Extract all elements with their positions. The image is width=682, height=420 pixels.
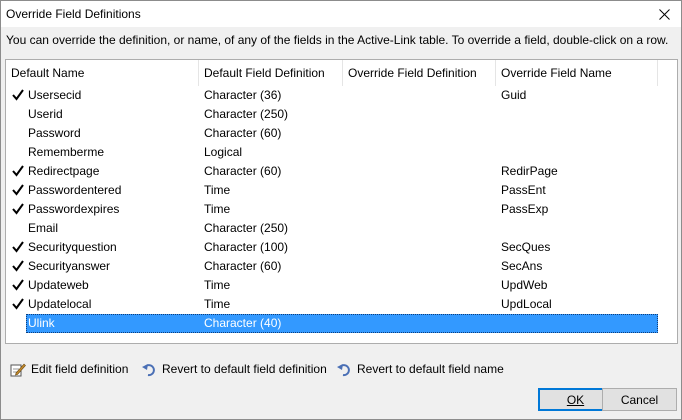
checkmark-icon <box>12 260 24 272</box>
edit-field-definition-label: Edit field definition <box>31 362 129 376</box>
column-header-default-name[interactable]: Default Name <box>6 60 199 86</box>
checkmark-icon <box>12 184 24 196</box>
revert-name-label: Revert to default field name <box>357 362 504 376</box>
checkmark-icon <box>12 203 24 215</box>
revert-icon <box>337 364 350 377</box>
dialog-window: Override Field Definitions You can overr… <box>0 0 682 420</box>
cell-default-name: Updatelocal <box>28 297 92 311</box>
revert-definition-button[interactable]: Revert to default field definition <box>141 359 327 379</box>
cancel-label: Cancel <box>620 392 659 407</box>
checkmark-icon <box>12 279 24 291</box>
table-row[interactable]: Securityquestion Character (100) SecQues <box>6 238 677 257</box>
cell-default-definition: Character (60) <box>204 259 282 273</box>
checkmark-icon <box>12 165 24 177</box>
revert-definition-label: Revert to default field definition <box>162 362 327 376</box>
table-row[interactable]: Updateweb Time UpdWeb <box>6 276 677 295</box>
revert-icon <box>142 364 155 377</box>
cell-default-name: Rememberme <box>28 145 105 159</box>
toolbar: Edit field definition Revert to default … <box>7 359 677 379</box>
cell-default-name: Updateweb <box>28 278 89 292</box>
column-header-override-definition[interactable]: Override Field Definition <box>343 60 496 86</box>
cell-default-name: Redirectpage <box>28 164 100 178</box>
close-button[interactable] <box>647 1 681 27</box>
column-header-override-name[interactable]: Override Field Name <box>496 60 658 86</box>
list-header: Default Name Default Field Definition Ov… <box>6 60 677 86</box>
cell-default-definition: Character (100) <box>204 240 289 254</box>
window-title: Override Field Definitions <box>6 7 141 21</box>
cell-override-name: SecAns <box>501 259 543 273</box>
cell-override-name: RedirPage <box>501 164 558 178</box>
cell-default-definition: Character (40) <box>204 316 282 330</box>
cell-override-name: Guid <box>501 88 527 102</box>
cell-override-name: PassExp <box>501 202 549 216</box>
cell-default-definition: Character (60) <box>204 126 282 140</box>
table-row[interactable]: Passwordexpires Time PassExp <box>6 200 677 219</box>
cell-default-definition: Logical <box>204 145 243 159</box>
cell-default-name: Ulink <box>28 316 55 330</box>
revert-name-button[interactable]: Revert to default field name <box>336 359 504 379</box>
cell-default-name: Password <box>28 126 81 140</box>
cell-default-definition: Time <box>204 202 231 216</box>
cell-override-name: UpdLocal <box>501 297 552 311</box>
title-bar: Override Field Definitions <box>1 1 681 27</box>
table-row[interactable]: Usersecid Character (36) Guid <box>6 86 677 105</box>
edit-field-definition-button[interactable]: Edit field definition <box>10 359 128 379</box>
table-row[interactable]: Passwordentered Time PassEnt <box>6 181 677 200</box>
table-row[interactable]: Email Character (250) <box>6 219 677 238</box>
cancel-button[interactable]: Cancel <box>602 388 677 411</box>
cell-default-name: Passwordexpires <box>28 202 120 216</box>
cell-default-definition: Time <box>204 183 231 197</box>
cell-override-name: SecQues <box>501 240 551 254</box>
table-row[interactable]: Rememberme Logical <box>6 143 677 162</box>
table-row[interactable]: Securityanswer Character (60) SecAns <box>6 257 677 276</box>
cell-default-name: Securityanswer <box>28 259 111 273</box>
table-row[interactable]: Password Character (60) <box>6 124 677 143</box>
cell-override-name: PassEnt <box>501 183 546 197</box>
cell-default-definition: Character (250) <box>204 107 289 121</box>
cell-default-name: Userid <box>28 107 63 121</box>
cell-default-definition: Time <box>204 297 231 311</box>
cell-default-definition: Time <box>204 278 231 292</box>
field-list[interactable]: Default Name Default Field Definition Ov… <box>5 59 678 344</box>
column-header-default-definition[interactable]: Default Field Definition <box>199 60 343 86</box>
cell-default-definition: Character (36) <box>204 88 282 102</box>
table-row[interactable]: Userid Character (250) <box>6 105 677 124</box>
cell-default-definition: Character (60) <box>204 164 282 178</box>
close-icon <box>658 8 670 20</box>
cell-override-name: UpdWeb <box>501 278 548 292</box>
table-row[interactable]: Updatelocal Time UpdLocal <box>6 295 677 314</box>
edit-icon <box>10 363 26 377</box>
table-row[interactable]: Redirectpage Character (60) RedirPage <box>6 162 677 181</box>
cell-default-name: Passwordentered <box>28 183 122 197</box>
cell-default-definition: Character (250) <box>204 221 289 235</box>
cell-default-name: Email <box>28 221 59 235</box>
cell-default-name: Securityquestion <box>28 240 117 254</box>
selection-highlight <box>26 314 658 333</box>
table-row[interactable]: Ulink Character (40) <box>6 314 677 333</box>
ok-label: OK <box>566 392 585 407</box>
cell-default-name: Usersecid <box>28 88 82 102</box>
checkmark-icon <box>12 298 24 310</box>
description-text: You can override the definition, or name… <box>6 33 669 47</box>
checkmark-icon <box>12 241 24 253</box>
checkmark-icon <box>12 89 24 101</box>
